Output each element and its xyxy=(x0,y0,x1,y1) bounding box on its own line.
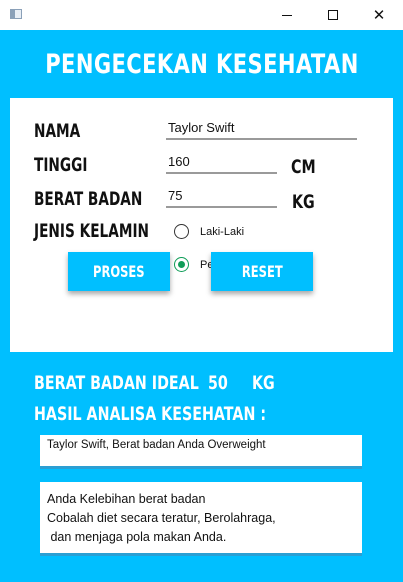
nama-label: NAMA xyxy=(34,120,81,142)
advice-line: Cobalah diet secara teratur, Berolahraga… xyxy=(47,511,276,525)
summary-output: Taylor Swift, Berat badan Anda Overweigh… xyxy=(40,435,362,469)
tinggi-unit: CM xyxy=(291,156,316,178)
proses-button[interactable]: PROSES xyxy=(68,252,170,291)
main-frame: PENGECEKAN KESEHATAN NAMA TINGGI CM BERA… xyxy=(0,30,403,582)
nama-input[interactable] xyxy=(166,116,357,138)
tinggi-input[interactable] xyxy=(166,150,277,172)
tinggi-label: TINGGI xyxy=(34,154,88,176)
radio-unchecked-icon[interactable] xyxy=(174,224,189,239)
proses-button-label: PROSES xyxy=(93,262,145,281)
berat-input[interactable] xyxy=(166,184,277,206)
maximize-button[interactable] xyxy=(310,0,356,30)
reset-button-label: RESET xyxy=(241,262,283,281)
radio-checked-icon[interactable] xyxy=(174,257,189,272)
radio-laki-laki[interactable]: Laki-Laki xyxy=(174,224,244,239)
tinggi-field-wrapper xyxy=(166,150,277,174)
ideal-weight-label: BERAT BADAN IDEAL xyxy=(34,372,199,394)
ideal-weight-unit: KG xyxy=(252,372,275,394)
berat-field-wrapper xyxy=(166,184,277,208)
jenis-kelamin-label: JENIS KELAMIN xyxy=(34,220,149,242)
summary-text: Taylor Swift, Berat badan Anda Overweigh… xyxy=(47,439,266,451)
advice-output: Anda Kelebihan berat badan Cobalah diet … xyxy=(40,482,362,556)
app-window-icon xyxy=(10,9,22,19)
radio-laki-laki-label: Laki-Laki xyxy=(200,225,245,238)
minimize-icon xyxy=(282,14,292,16)
advice-line: dan menjaga pola makan Anda. xyxy=(47,530,227,544)
berat-unit: KG xyxy=(292,191,315,213)
title-bar: ✕ xyxy=(0,0,403,30)
header: PENGECEKAN KESEHATAN xyxy=(0,30,403,98)
ideal-weight-value: 50 xyxy=(208,372,228,394)
close-icon: ✕ xyxy=(372,5,386,24)
maximize-icon xyxy=(328,10,338,20)
berat-label: BERAT BADAN xyxy=(34,188,143,210)
nama-field-wrapper xyxy=(166,116,357,140)
page-title: PENGECEKAN KESEHATAN xyxy=(44,48,359,80)
reset-button[interactable]: RESET xyxy=(211,252,313,291)
form-panel: NAMA TINGGI CM BERAT BADAN KG JENIS KELA… xyxy=(10,98,393,352)
close-button[interactable]: ✕ xyxy=(356,0,402,30)
advice-line: Anda Kelebihan berat badan xyxy=(47,492,206,506)
analysis-label: HASIL ANALISA KESEHATAN : xyxy=(34,403,267,425)
minimize-button[interactable] xyxy=(264,0,310,30)
